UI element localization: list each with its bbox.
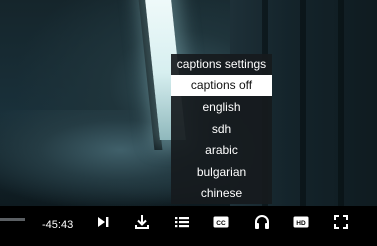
time-remaining: -45:43: [42, 219, 74, 231]
scene-curtain-fold: [338, 0, 344, 206]
caption-option-chinese[interactable]: chinese: [171, 183, 272, 204]
download-icon[interactable]: [133, 213, 151, 231]
caption-option-sdh[interactable]: sdh: [171, 119, 272, 140]
scene-curtain-fold: [300, 0, 306, 206]
control-bar: -45:43 CC HD: [0, 206, 377, 246]
hd-badge-text: HD: [296, 220, 306, 227]
caption-option-arabic[interactable]: arabic: [171, 140, 272, 161]
video-player[interactable]: captions settings captions off english s…: [0, 0, 377, 246]
progress-bar[interactable]: [0, 218, 25, 221]
caption-option-off[interactable]: captions off: [171, 75, 272, 96]
captions-settings-item[interactable]: captions settings: [171, 54, 272, 75]
caption-option-english[interactable]: english: [171, 97, 272, 118]
next-track-icon[interactable]: [94, 213, 112, 231]
headphones-icon[interactable]: [253, 213, 271, 231]
captions-menu: captions settings captions off english s…: [171, 54, 272, 204]
fullscreen-icon[interactable]: [332, 213, 350, 231]
hd-icon[interactable]: HD: [292, 213, 310, 231]
captions-list-icon[interactable]: [173, 213, 191, 231]
cc-icon[interactable]: CC: [212, 213, 230, 231]
caption-option-bulgarian[interactable]: bulgarian: [171, 162, 272, 183]
cc-badge-text: CC: [216, 220, 226, 227]
